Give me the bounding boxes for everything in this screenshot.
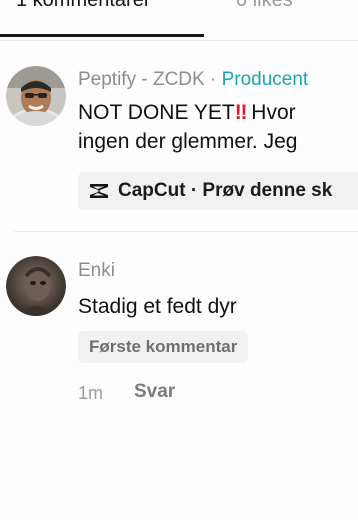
- double-exclamation-icon: ‼: [234, 101, 248, 124]
- avatar-image: [6, 256, 66, 316]
- capcut-icon: [88, 181, 110, 201]
- reply-button[interactable]: Svar: [134, 381, 175, 403]
- avatar[interactable]: [6, 256, 66, 316]
- comment-author-line: Peptify - ZCDK · Producent: [78, 69, 308, 91]
- comments-panel: 1 kommentarer 0 likes Peptify - ZCDK · P…: [0, 0, 358, 520]
- tab-bar: 1 kommentarer 0 likes: [0, 0, 358, 41]
- avatar-image: [6, 66, 66, 126]
- author-separator: ·: [204, 69, 222, 90]
- first-comment-badge: Første kommentar: [78, 331, 249, 363]
- comment-text: Stadig et fedt dyr: [78, 295, 237, 318]
- comment-divider: [14, 231, 358, 232]
- producer-label: Producent: [221, 69, 309, 90]
- active-tab-indicator: [0, 34, 204, 37]
- avatar[interactable]: [6, 66, 66, 126]
- comment-author[interactable]: Peptify - ZCDK: [78, 69, 205, 90]
- comment-text-start: NOT DONE YET: [78, 101, 235, 124]
- comment-timestamp: 1m: [78, 383, 104, 403]
- capcut-template-chip[interactable]: CapCut · Prøv denne sk: [78, 172, 358, 210]
- capcut-chip-label: CapCut · Prøv denne sk: [118, 180, 333, 201]
- comment-text-line-1: NOT DONE YET‼ Hvor: [78, 99, 296, 127]
- comment-text-line-2: ingen der glemmer. Jeg: [78, 130, 298, 153]
- tab-comments[interactable]: 1 kommentarer: [16, 0, 151, 12]
- comment-text-rest: Hvor: [245, 101, 296, 124]
- tab-likes[interactable]: 0 likes: [236, 0, 293, 12]
- comment-author[interactable]: Enki: [78, 260, 115, 282]
